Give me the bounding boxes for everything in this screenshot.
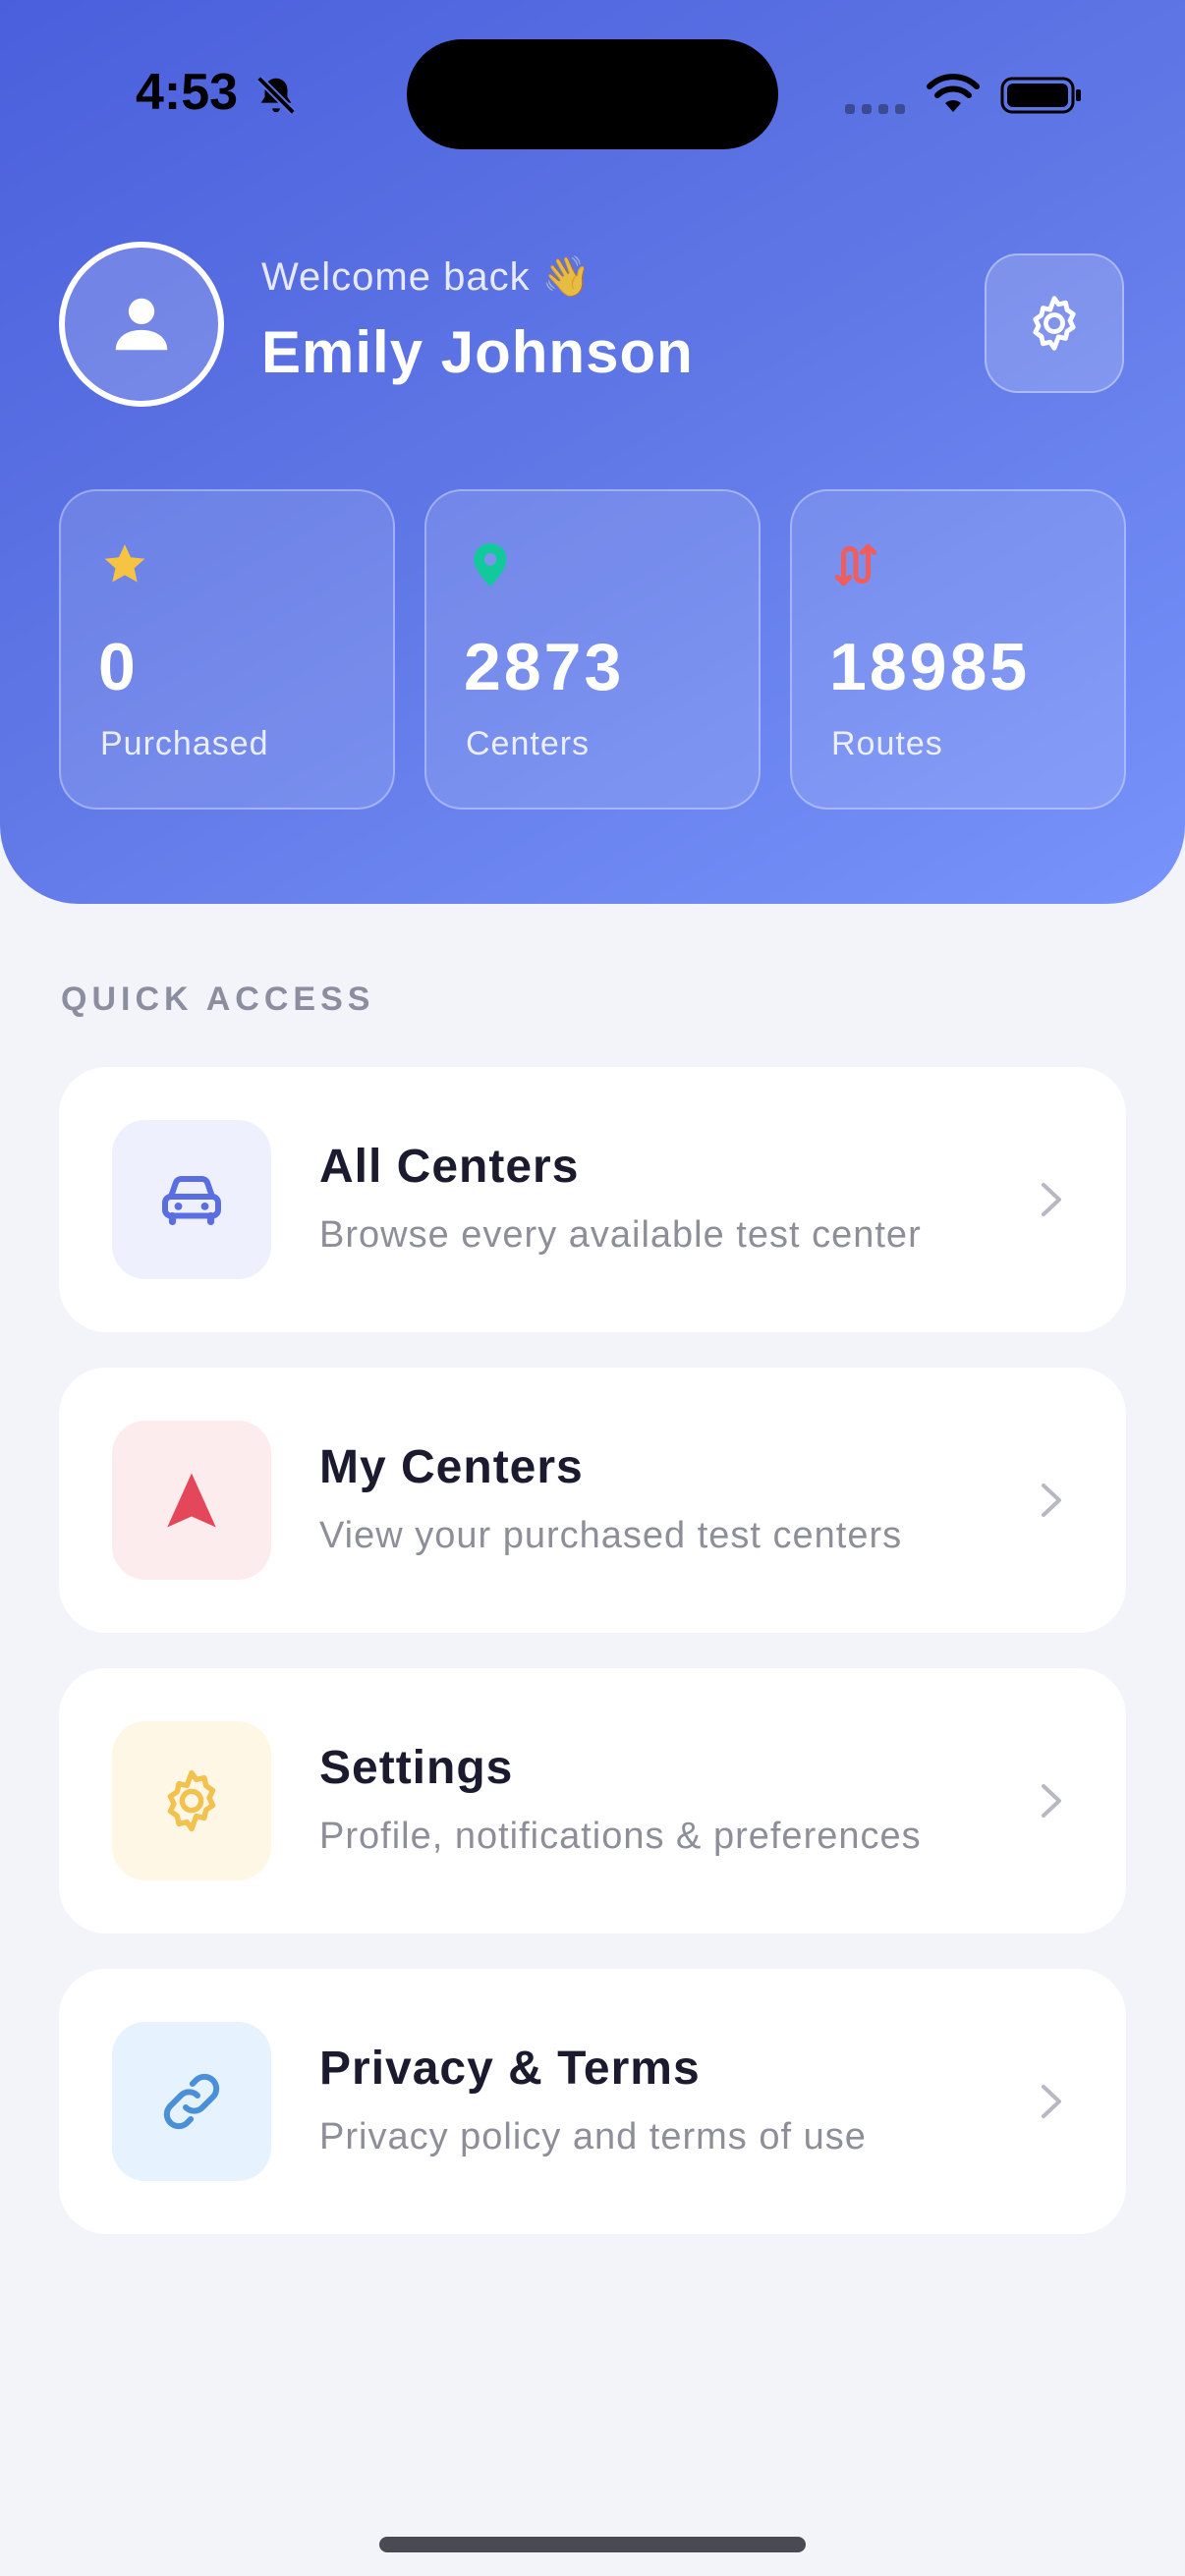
stat-card-routes[interactable]: 18985 Routes	[790, 489, 1126, 810]
menu-item-title: Settings	[319, 1742, 514, 1794]
home-indicator[interactable]	[379, 2537, 806, 2552]
stat-label: Purchased	[100, 725, 269, 762]
menu-item-title: Privacy & Terms	[319, 2043, 701, 2095]
bell-off-icon	[256, 76, 296, 115]
person-icon	[115, 298, 168, 351]
stat-value: 18985	[829, 630, 1031, 704]
avatar[interactable]	[59, 242, 224, 407]
menu-item-subtitle: Browse every available test center	[319, 1214, 922, 1256]
menu-icon-box	[112, 1721, 271, 1880]
chevron-right-icon	[1042, 2085, 1061, 2118]
menu-item-title: All Centers	[319, 1141, 580, 1193]
stat-label: Routes	[831, 725, 943, 762]
stat-value: 2873	[464, 630, 625, 704]
menu-item-settings[interactable]: Settings Profile, notifications & prefer…	[59, 1668, 1126, 1933]
stat-card-centers[interactable]: 2873 Centers	[424, 489, 761, 810]
status-time: 4:53	[136, 64, 239, 121]
menu-item-my-centers[interactable]: My Centers View your purchased test cent…	[59, 1368, 1126, 1633]
menu-item-subtitle: View your purchased test centers	[319, 1515, 903, 1556]
stat-value: 0	[98, 630, 139, 704]
battery-icon	[1000, 77, 1081, 114]
settings-button[interactable]	[985, 253, 1124, 393]
stat-card-purchased[interactable]: 0 Purchased	[59, 489, 395, 810]
section-title-quick-access: QUICK ACCESS	[61, 980, 375, 1018]
link-icon	[163, 2073, 220, 2130]
menu-icon-box	[112, 1421, 271, 1580]
user-name: Emily Johnson	[261, 319, 694, 385]
header-panel: 4:53 Welcome back 👋 Emily Johnson 0 Purc…	[0, 0, 1185, 904]
cellular-signal-icon	[845, 104, 905, 114]
dynamic-island	[407, 39, 778, 149]
stat-label: Centers	[466, 725, 591, 762]
wifi-icon	[927, 74, 980, 112]
route-icon	[834, 543, 877, 587]
menu-item-privacy-terms[interactable]: Privacy & Terms Privacy policy and terms…	[59, 1969, 1126, 2234]
navigation-arrow-icon	[167, 1473, 216, 1528]
menu-item-subtitle: Privacy policy and terms of use	[319, 2116, 867, 2157]
chevron-right-icon	[1042, 1484, 1061, 1517]
gear-icon	[1033, 296, 1076, 351]
menu-icon-box	[112, 1120, 271, 1279]
chevron-right-icon	[1042, 1183, 1061, 1216]
menu-item-title: My Centers	[319, 1441, 584, 1493]
welcome-text: Welcome back 👋	[261, 255, 592, 299]
menu-item-subtitle: Profile, notifications & preferences	[319, 1816, 922, 1857]
car-icon	[162, 1176, 221, 1226]
location-pin-icon	[474, 543, 507, 587]
star-icon	[104, 544, 145, 583]
menu-icon-box	[112, 2022, 271, 2181]
menu-item-all-centers[interactable]: All Centers Browse every available test …	[59, 1067, 1126, 1332]
chevron-right-icon	[1042, 1784, 1061, 1818]
gear-icon	[167, 1769, 216, 1832]
